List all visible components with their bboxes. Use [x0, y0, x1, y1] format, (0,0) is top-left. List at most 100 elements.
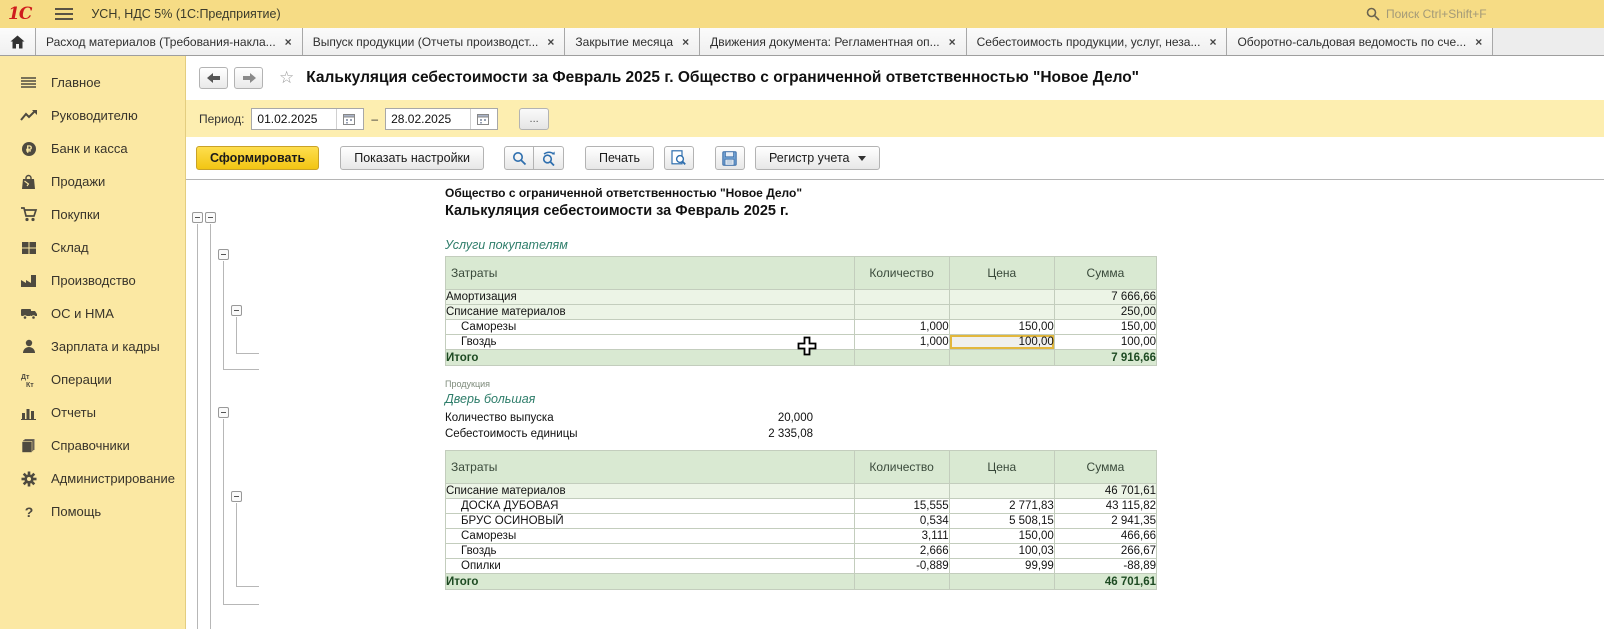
close-icon[interactable]: ×: [1475, 36, 1482, 48]
document-tab[interactable]: Расход материалов (Требования-накла...×: [36, 28, 303, 55]
close-icon[interactable]: ×: [285, 36, 292, 48]
cell-price[interactable]: [949, 350, 1054, 366]
cell-qty[interactable]: [854, 574, 949, 590]
sidebar-item-операции[interactable]: ДтКтОперации: [0, 363, 185, 396]
calendar-icon[interactable]: [470, 109, 494, 129]
sidebar-item-производство[interactable]: Производство: [0, 264, 185, 297]
outline-collapse-button[interactable]: [218, 407, 229, 418]
sidebar-item-главное[interactable]: Главное: [0, 66, 185, 99]
outline-collapse-button[interactable]: [218, 249, 229, 260]
cell-qty[interactable]: 0,534: [854, 514, 949, 529]
cell-sum[interactable]: 43 115,82: [1054, 499, 1156, 514]
outline-collapse-button[interactable]: [231, 491, 242, 502]
cell-name[interactable]: Саморезы: [446, 320, 855, 335]
cell-qty[interactable]: 15,555: [854, 499, 949, 514]
cell-sum[interactable]: 7 916,66: [1054, 350, 1156, 366]
cell-price[interactable]: 150,00: [949, 529, 1054, 544]
global-search[interactable]: Поиск Ctrl+Shift+F: [1366, 7, 1596, 21]
cell-sum[interactable]: 466,66: [1054, 529, 1156, 544]
close-icon[interactable]: ×: [682, 36, 689, 48]
cell-qty[interactable]: [854, 484, 949, 499]
home-tab[interactable]: [0, 28, 36, 55]
close-icon[interactable]: ×: [547, 36, 554, 48]
cell-qty[interactable]: 2,666: [854, 544, 949, 559]
document-tab[interactable]: Движения документа: Регламентная оп...×: [700, 28, 967, 55]
calendar-icon[interactable]: [336, 109, 360, 129]
column-header[interactable]: Сумма: [1054, 451, 1156, 484]
cell-name[interactable]: Списание материалов: [446, 305, 855, 320]
close-icon[interactable]: ×: [949, 36, 956, 48]
cell-sum[interactable]: 266,67: [1054, 544, 1156, 559]
column-header[interactable]: Затраты: [446, 257, 855, 290]
column-header[interactable]: Затраты: [446, 451, 855, 484]
cell-sum[interactable]: 7 666,66: [1054, 290, 1156, 305]
cell-name[interactable]: Гвоздь: [446, 335, 855, 350]
cell-name[interactable]: Итого: [446, 574, 855, 590]
cell-sum[interactable]: 150,00: [1054, 320, 1156, 335]
outline-collapse-button[interactable]: [231, 305, 242, 316]
cell-qty[interactable]: 1,000: [854, 320, 949, 335]
cell-sum[interactable]: -88,89: [1054, 559, 1156, 574]
star-icon[interactable]: ☆: [279, 68, 294, 88]
column-header[interactable]: Количество: [854, 451, 949, 484]
sidebar-item-отчеты[interactable]: Отчеты: [0, 396, 185, 429]
cell-price[interactable]: [949, 484, 1054, 499]
cell-sum[interactable]: 2 941,35: [1054, 514, 1156, 529]
cell-price[interactable]: 2 771,83: [949, 499, 1054, 514]
period-to-input[interactable]: [386, 112, 470, 126]
outline-collapse-button[interactable]: [192, 212, 203, 223]
cell-sum[interactable]: 250,00: [1054, 305, 1156, 320]
document-tab[interactable]: Оборотно-сальдовая ведомость по сче...×: [1227, 28, 1493, 55]
column-header[interactable]: Количество: [854, 257, 949, 290]
column-header[interactable]: Сумма: [1054, 257, 1156, 290]
cell-price[interactable]: [949, 305, 1054, 320]
cell-name[interactable]: Саморезы: [446, 529, 855, 544]
save-button[interactable]: [715, 146, 745, 170]
cell-qty[interactable]: [854, 350, 949, 366]
period-from-input[interactable]: [252, 112, 336, 126]
cell-price[interactable]: [949, 574, 1054, 590]
back-button[interactable]: [199, 67, 228, 89]
cell-price[interactable]: [949, 290, 1054, 305]
sidebar-item-администрирование[interactable]: Администрирование: [0, 462, 185, 495]
print-preview-button[interactable]: [664, 146, 694, 170]
close-icon[interactable]: ×: [1209, 36, 1216, 48]
sidebar-item-зарплата-и-кадры[interactable]: Зарплата и кадры: [0, 330, 185, 363]
document-tab[interactable]: Закрытие месяца×: [565, 28, 700, 55]
cell-price[interactable]: 100,03: [949, 544, 1054, 559]
cell-price[interactable]: 150,00: [949, 320, 1054, 335]
find-next-button[interactable]: [534, 146, 564, 170]
cell-qty[interactable]: 3,111: [854, 529, 949, 544]
sidebar-item-покупки[interactable]: Покупки: [0, 198, 185, 231]
period-to-field[interactable]: [385, 108, 498, 130]
cell-sum[interactable]: 46 701,61: [1054, 574, 1156, 590]
cell-name[interactable]: Опилки: [446, 559, 855, 574]
cell-qty[interactable]: 1,000: [854, 335, 949, 350]
register-menu-button[interactable]: Регистр учета: [755, 146, 880, 170]
document-tab[interactable]: Себестоимость продукции, услуг, неза...×: [967, 28, 1228, 55]
sidebar-item-продажи[interactable]: Продажи: [0, 165, 185, 198]
cell-name[interactable]: ДОСКА ДУБОВАЯ: [446, 499, 855, 514]
column-header[interactable]: Цена: [949, 451, 1054, 484]
sidebar-item-банк-и-касса[interactable]: ₽Банк и касса: [0, 132, 185, 165]
cell-price[interactable]: 99,99: [949, 559, 1054, 574]
sidebar-item-помощь[interactable]: ?Помощь: [0, 495, 185, 528]
cell-qty[interactable]: [854, 305, 949, 320]
cell-name[interactable]: Гвоздь: [446, 544, 855, 559]
find-button[interactable]: [504, 146, 534, 170]
print-button[interactable]: Печать: [585, 146, 654, 170]
cell-sum[interactable]: 46 701,61: [1054, 484, 1156, 499]
sidebar-item-ос-и-нма[interactable]: ОС и НМА: [0, 297, 185, 330]
cell-sum[interactable]: 100,00: [1054, 335, 1156, 350]
cell-name[interactable]: Амортизация: [446, 290, 855, 305]
cell-price-selected[interactable]: 100,00: [949, 335, 1054, 350]
sidebar-item-руководителю[interactable]: Руководителю: [0, 99, 185, 132]
period-from-field[interactable]: [251, 108, 364, 130]
sidebar-item-склад[interactable]: Склад: [0, 231, 185, 264]
show-settings-button[interactable]: Показать настройки: [340, 146, 484, 170]
cell-name[interactable]: Итого: [446, 350, 855, 366]
document-tab[interactable]: Выпуск продукции (Отчеты производст...×: [303, 28, 566, 55]
sidebar-item-справочники[interactable]: Справочники: [0, 429, 185, 462]
forward-button[interactable]: [234, 67, 263, 89]
outline-collapse-button[interactable]: [205, 212, 216, 223]
